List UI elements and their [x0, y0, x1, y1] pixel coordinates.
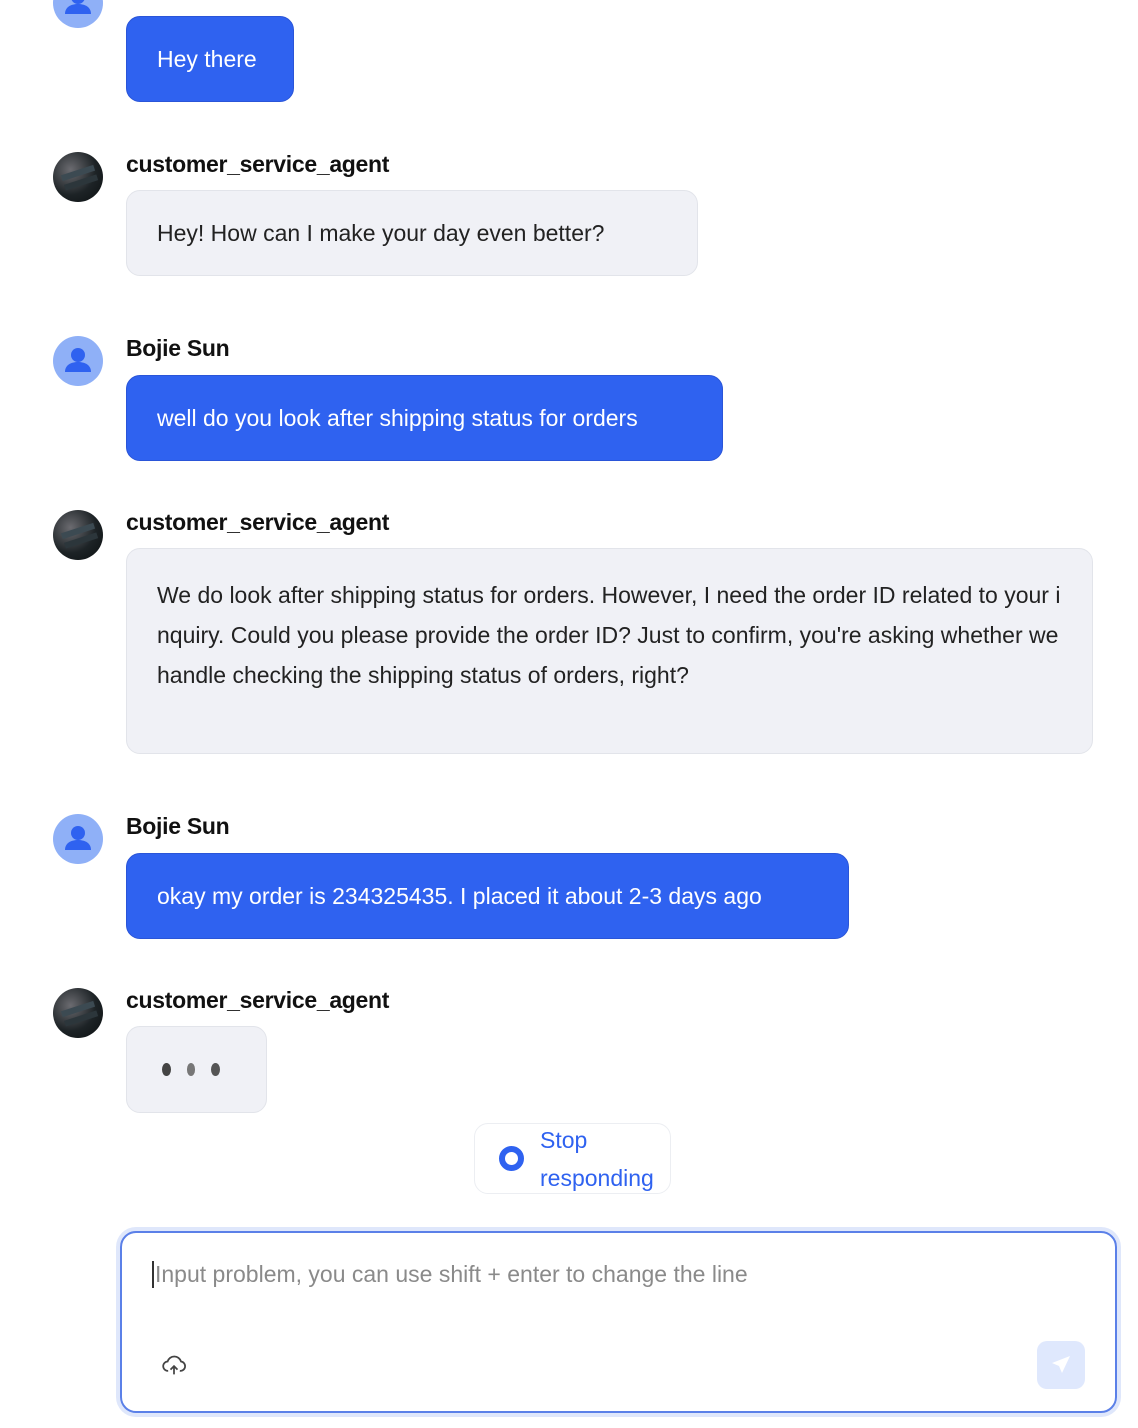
stop-label: Stop responding: [540, 1126, 654, 1191]
send-icon: [1052, 1356, 1070, 1373]
user-message: Hey there: [126, 16, 294, 102]
user-message: well do you look after shipping status f…: [126, 375, 723, 461]
user-avatar: [53, 814, 103, 864]
typing-indicator: [126, 1026, 267, 1113]
input-placeholder: Input problem, you can use shift + enter…: [152, 1261, 748, 1288]
message-text: well do you look after shipping status f…: [157, 404, 638, 431]
message-input[interactable]: Input problem, you can use shift + enter…: [120, 1231, 1117, 1413]
sender-name: customer_service_agent: [126, 509, 390, 535]
message-text: Hey! How can I make your day even better…: [157, 219, 605, 246]
user-message: okay my order is 234325435. I placed it …: [126, 853, 849, 939]
agent-avatar: [53, 510, 103, 560]
user-avatar: [53, 0, 103, 28]
stop-circle-icon: [499, 1146, 524, 1171]
message-text: We do look after shipping status for ord…: [157, 582, 1061, 688]
sender-name: Bojie Sun: [126, 335, 230, 361]
user-avatar: [53, 336, 103, 386]
agent-message: We do look after shipping status for ord…: [126, 548, 1093, 754]
sender-name: customer_service_agent: [126, 987, 390, 1013]
send-button[interactable]: [1037, 1341, 1085, 1389]
agent-avatar: [53, 152, 103, 202]
sender-name: Bojie Sun: [126, 813, 230, 839]
message-text: okay my order is 234325435. I placed it …: [157, 882, 762, 909]
cloud-upload-icon[interactable]: [160, 1351, 188, 1379]
agent-message: Hey! How can I make your day even better…: [126, 190, 698, 276]
stop-responding-button[interactable]: Stop responding: [474, 1123, 671, 1194]
sender-name: customer_service_agent: [126, 151, 390, 177]
agent-avatar: [53, 988, 103, 1038]
message-text: Hey there: [157, 45, 257, 72]
